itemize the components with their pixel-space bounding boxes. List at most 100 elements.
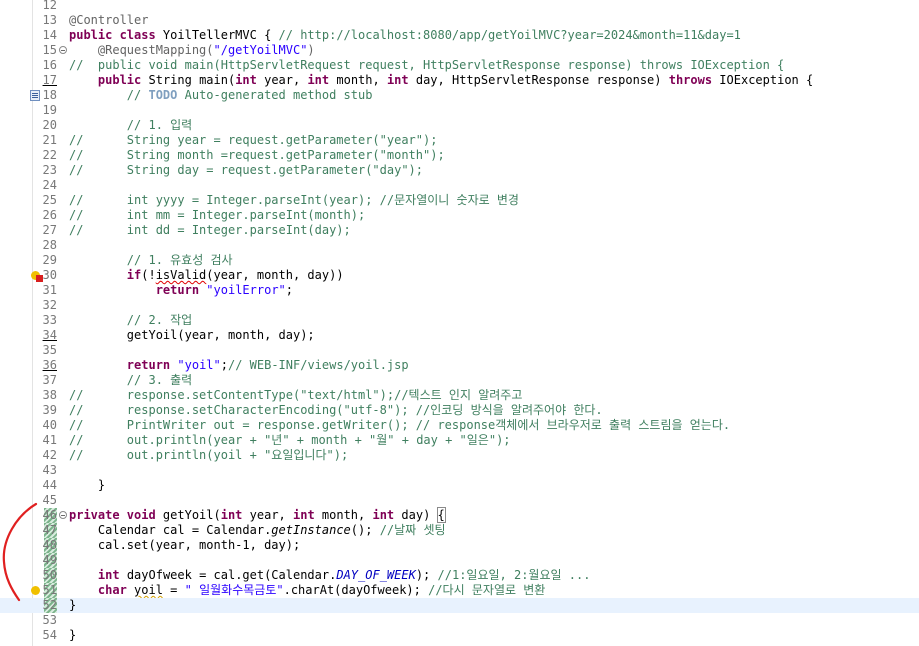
- code-text[interactable]: return "yoilError";: [69, 283, 293, 298]
- code-text[interactable]: public class YoilTellerMVC { // http://l…: [69, 28, 741, 43]
- code-line-45[interactable]: 45: [0, 493, 919, 508]
- code-text[interactable]: // 1. 유효성 검사: [69, 253, 233, 268]
- code-text[interactable]: char yoil = " 일월화수목금토".charAt(dayOfweek)…: [69, 583, 545, 598]
- code-line-32[interactable]: 32: [0, 298, 919, 313]
- code-text[interactable]: // int yyyy = Integer.parseInt(year); //…: [69, 193, 519, 208]
- line-number: 30: [42, 268, 57, 282]
- line-number: 44: [42, 478, 57, 492]
- collapse-icon[interactable]: [59, 511, 67, 519]
- code-text[interactable]: // int dd = Integer.parseInt(day);: [69, 223, 351, 238]
- code-text[interactable]: // String month =request.getParameter("m…: [69, 148, 445, 163]
- code-line-23[interactable]: 23 // String day = request.getParameter("…: [0, 163, 919, 178]
- code-line-53[interactable]: 53: [0, 613, 919, 628]
- line-number: 25: [42, 193, 57, 207]
- code-text[interactable]: Calendar cal = Calendar.getInstance(); /…: [69, 523, 446, 538]
- error-icon[interactable]: [36, 275, 43, 282]
- code-token: // http://localhost:8080/app/getYoilMVC?…: [278, 28, 741, 42]
- code-text[interactable]: }: [69, 628, 76, 643]
- code-token: // 1. 입력: [126, 118, 193, 132]
- code-line-17[interactable]: 17 public String main(int year, int mont…: [0, 73, 919, 88]
- code-line-38[interactable]: 38 // response.setContentType("text/html"…: [0, 388, 919, 403]
- code-line-33[interactable]: 33 // 2. 작업: [0, 313, 919, 328]
- code-line-44[interactable]: 44 }: [0, 478, 919, 493]
- line-number: 32: [42, 298, 57, 312]
- code-text[interactable]: // out.println(yoil + "요일입니다");: [69, 448, 348, 463]
- code-text[interactable]: }: [69, 598, 76, 613]
- code-token: // response.setCharacterEncoding("utf-8"…: [69, 403, 603, 417]
- code-token: // String month =request.getParameter("m…: [69, 148, 445, 162]
- code-line-20[interactable]: 20 // 1. 입력: [0, 118, 919, 133]
- code-text[interactable]: @Controller: [69, 13, 148, 28]
- code-line-52[interactable]: 52}: [0, 598, 919, 613]
- code-text[interactable]: // public void main(HttpServletRequest r…: [69, 58, 784, 73]
- code-line-51[interactable]: 51 char yoil = " 일월화수목금토".charAt(dayOfwe…: [0, 583, 919, 598]
- code-token: YoilTellerMVC {: [155, 28, 279, 42]
- code-line-39[interactable]: 39 // response.setCharacterEncoding("utf-…: [0, 403, 919, 418]
- code-line-41[interactable]: 41 // out.println(year + "년" + month + "월…: [0, 433, 919, 448]
- code-text[interactable]: public String main(int year, int month, …: [69, 73, 813, 88]
- code-text[interactable]: // 3. 출력: [69, 373, 192, 388]
- code-line-50[interactable]: 50 int dayOfweek = cal.get(Calendar.DAY_…: [0, 568, 919, 583]
- code-text[interactable]: // response.setCharacterEncoding("utf-8"…: [69, 403, 603, 418]
- code-text[interactable]: // TODO Auto-generated method stub: [69, 88, 373, 103]
- collapse-icon[interactable]: [59, 46, 67, 54]
- code-text[interactable]: return "yoil";// WEB-INF/views/yoil.jsp: [69, 358, 409, 373]
- code-line-37[interactable]: 37 // 3. 출력: [0, 373, 919, 388]
- code-text[interactable]: // 2. 작업: [69, 313, 192, 328]
- code-line-13[interactable]: 13 @Controller: [0, 13, 919, 28]
- code-line-16[interactable]: 16 // public void main(HttpServletRequest…: [0, 58, 919, 73]
- code-line-43[interactable]: 43: [0, 463, 919, 478]
- code-text[interactable]: // out.println(year + "년" + month + "월" …: [69, 433, 511, 448]
- code-text[interactable]: // String day = request.getParameter("da…: [69, 163, 423, 178]
- code-line-12[interactable]: 12: [0, 0, 919, 13]
- code-line-34[interactable]: 34 getYoil(year, month, day);: [0, 328, 919, 343]
- code-line-49[interactable]: 49: [0, 553, 919, 568]
- line-number: 29: [42, 253, 57, 267]
- code-line-26[interactable]: 26 // int mm = Integer.parseInt(month);: [0, 208, 919, 223]
- code-text[interactable]: int dayOfweek = cal.get(Calendar.DAY_OF_…: [69, 568, 591, 583]
- code-text[interactable]: // int mm = Integer.parseInt(month);: [69, 208, 365, 223]
- code-line-42[interactable]: 42 // out.println(yoil + "요일입니다");: [0, 448, 919, 463]
- warning-icon[interactable]: [31, 586, 40, 595]
- code-line-15[interactable]: 15 @RequestMapping("/getYoilMVC"): [0, 43, 919, 58]
- code-token: month,: [314, 508, 373, 522]
- code-text[interactable]: // 1. 입력: [69, 118, 192, 133]
- code-line-48[interactable]: 48 cal.set(year, month-1, day);: [0, 538, 919, 553]
- line-number: 33: [42, 313, 57, 327]
- code-line-31[interactable]: 31 return "yoilError";: [0, 283, 919, 298]
- code-line-18[interactable]: 18 // TODO Auto-generated method stub: [0, 88, 919, 103]
- code-line-25[interactable]: 25 // int yyyy = Integer.parseInt(year); …: [0, 193, 919, 208]
- code-editor[interactable]: 12 13 @Controller 14 public class YoilTeller…: [0, 0, 919, 646]
- code-line-47[interactable]: 47 Calendar cal = Calendar.getInstance()…: [0, 523, 919, 538]
- line-number: 53: [42, 613, 57, 627]
- code-line-28[interactable]: 28: [0, 238, 919, 253]
- code-text[interactable]: // PrintWriter out = response.getWriter(…: [69, 418, 730, 433]
- code-line-22[interactable]: 22 // String month =request.getParameter(…: [0, 148, 919, 163]
- code-text[interactable]: if(!isValid(year, month, day)): [69, 268, 344, 283]
- code-text[interactable]: private void getYoil(int year, int month…: [69, 507, 446, 523]
- code-line-19[interactable]: 19: [0, 103, 919, 118]
- code-token: public class: [69, 28, 156, 42]
- code-text[interactable]: getYoil(year, month, day);: [69, 328, 315, 343]
- code-line-35[interactable]: 35: [0, 343, 919, 358]
- code-token: //: [126, 88, 149, 102]
- task-icon[interactable]: [30, 90, 40, 101]
- code-text[interactable]: }: [69, 478, 105, 493]
- code-line-27[interactable]: 27 // int dd = Integer.parseInt(day);: [0, 223, 919, 238]
- code-line-46[interactable]: 46 private void getYoil(int year, int mon…: [0, 507, 919, 523]
- code-text[interactable]: // String year = request.getParameter("y…: [69, 133, 437, 148]
- code-token: );: [415, 568, 438, 582]
- code-line-30[interactable]: 30 if(!isValid(year, month, day)): [0, 268, 919, 283]
- code-text[interactable]: @RequestMapping("/getYoilMVC"): [69, 43, 315, 58]
- code-text[interactable]: // response.setContentType("text/html");…: [69, 388, 522, 403]
- code-line-36[interactable]: 36 return "yoil";// WEB-INF/views/yoil.j…: [0, 358, 919, 373]
- code-line-14[interactable]: 14 public class YoilTellerMVC { // http:/…: [0, 28, 919, 43]
- code-line-29[interactable]: 29 // 1. 유효성 검사: [0, 253, 919, 268]
- code-line-40[interactable]: 40 // PrintWriter out = response.getWrite…: [0, 418, 919, 433]
- code-text[interactable]: cal.set(year, month-1, day);: [69, 538, 300, 553]
- code-line-54[interactable]: 54}: [0, 628, 919, 643]
- code-line-24[interactable]: 24: [0, 178, 919, 193]
- line-number: 14: [42, 28, 57, 42]
- code-line-21[interactable]: 21 // String year = request.getParameter(…: [0, 133, 919, 148]
